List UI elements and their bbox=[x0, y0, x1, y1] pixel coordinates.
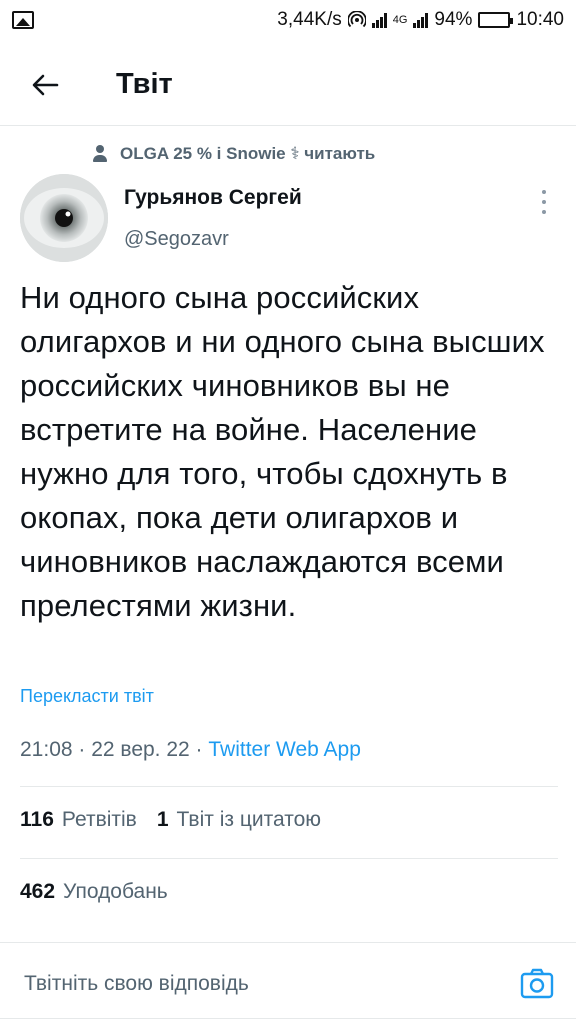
tweet-text: Ни одного сына российских олигархов и ни… bbox=[20, 280, 545, 623]
more-options-button[interactable] bbox=[534, 190, 554, 214]
divider bbox=[0, 942, 576, 943]
reply-input[interactable] bbox=[24, 972, 464, 996]
likes-count: 462 bbox=[20, 880, 56, 903]
person-icon bbox=[92, 145, 108, 163]
signal-4g-icon bbox=[413, 12, 429, 28]
author-handle[interactable]: @Segozavr bbox=[124, 228, 229, 251]
signal-icon bbox=[371, 12, 387, 28]
network-type: 4G bbox=[392, 14, 408, 26]
translate-link[interactable]: Перекласти твіт bbox=[20, 686, 154, 707]
divider bbox=[20, 858, 558, 859]
tweet-source[interactable]: Twitter Web App bbox=[208, 738, 361, 761]
reply-bar bbox=[0, 944, 576, 1024]
likes-label: Уподобань bbox=[63, 880, 168, 903]
arrow-left-icon bbox=[32, 74, 59, 95]
likes-stat[interactable]: 462 Уподобань bbox=[20, 880, 168, 904]
page-title: Твіт bbox=[116, 68, 173, 100]
retweets-label: Ретвітів bbox=[61, 808, 137, 831]
clock: 10:40 bbox=[516, 9, 564, 30]
tweet-timestamp: 21:08 · 22 вер. 22 · bbox=[20, 738, 209, 761]
retweets-count: 116 bbox=[20, 808, 54, 831]
tweet-meta: 21:08 · 22 вер. 22 · Twitter Web App bbox=[20, 738, 361, 762]
network-speed: 3,44K/s bbox=[277, 9, 342, 30]
quotes-label: Твіт із цитатою bbox=[176, 808, 322, 831]
divider bbox=[20, 786, 558, 787]
app-header: Твіт bbox=[0, 44, 576, 126]
camera-icon[interactable] bbox=[520, 966, 554, 1000]
battery-icon bbox=[478, 12, 514, 28]
retweets-stat[interactable]: 116 Ретвітів bbox=[20, 808, 137, 832]
eye-avatar-image bbox=[20, 174, 108, 262]
quotes-stat[interactable]: 1 Твіт із цитатою bbox=[157, 808, 321, 832]
avatar[interactable] bbox=[20, 174, 108, 262]
author-name[interactable]: Гурьянов Сергей bbox=[124, 186, 302, 210]
likes-row: 462 Уподобань bbox=[20, 880, 168, 904]
battery-percent: 94% bbox=[434, 9, 473, 30]
hotspot-icon bbox=[347, 11, 366, 28]
quotes-count: 1 bbox=[156, 808, 169, 831]
social-context[interactable]: OLGA 25 % і Snowie ⚕ читають bbox=[92, 144, 375, 164]
status-bar: 3,44K/s 4G 94% 10:40 bbox=[0, 0, 576, 40]
social-context-text: OLGA 25 % і Snowie ⚕ читають bbox=[120, 144, 376, 163]
divider bbox=[0, 1018, 576, 1019]
back-button[interactable] bbox=[22, 62, 68, 108]
image-notification-icon bbox=[12, 11, 34, 29]
stats-row: 116 Ретвітів 1 Твіт із цитатою bbox=[20, 808, 321, 832]
more-vertical-icon bbox=[542, 190, 546, 194]
